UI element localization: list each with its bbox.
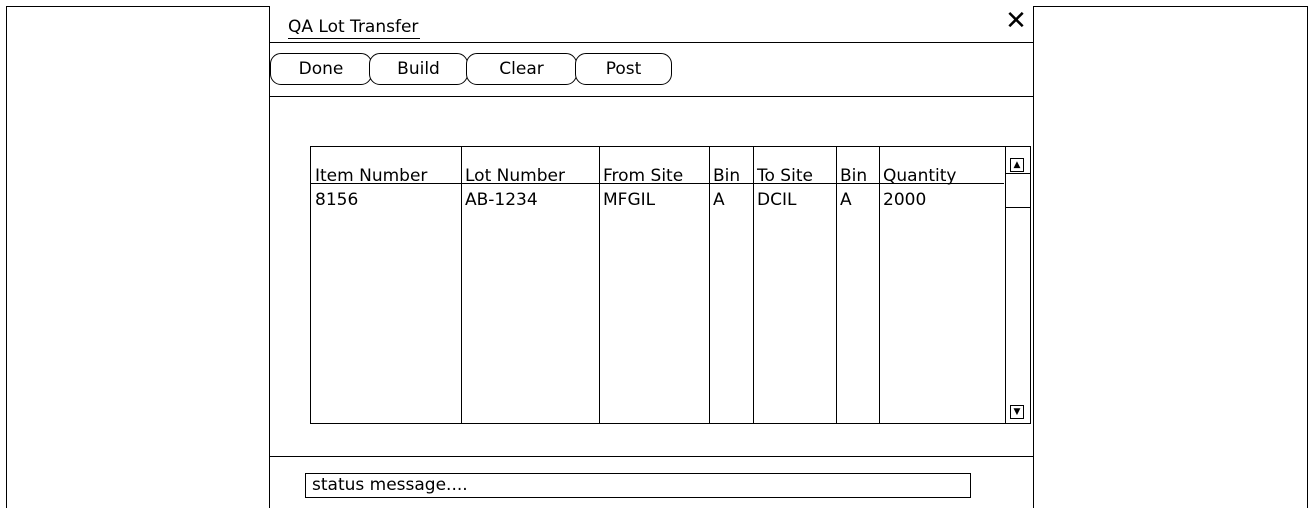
window-title: QA Lot Transfer (288, 17, 421, 39)
table-row[interactable]: 8156 AB-1234 MFGIL A DCIL A 2000 (311, 184, 1004, 210)
grid-header-row: Item Number Lot Number From Site Bin To … (311, 147, 1004, 186)
status-bar: status message.... (270, 456, 1033, 508)
close-icon[interactable]: ✕ (1003, 8, 1029, 34)
cell-from-site[interactable]: MFGIL (599, 189, 655, 211)
title-bar: QA Lot Transfer ✕ (270, 6, 1033, 42)
clear-button[interactable]: Clear (466, 53, 577, 85)
vertical-scrollbar[interactable]: ▲ ▼ (1005, 147, 1030, 423)
toolbar: Done Build Clear Post (270, 42, 1033, 97)
post-button[interactable]: Post (575, 53, 672, 85)
done-button[interactable]: Done (270, 53, 372, 85)
status-message: status message.... (305, 473, 971, 498)
qa-lot-transfer-window: QA Lot Transfer ✕ Done Build Clear Post … (269, 6, 1034, 508)
scroll-up-arrow-icon[interactable]: ▲ (1010, 158, 1024, 172)
cell-to-site[interactable]: DCIL (753, 189, 796, 211)
lot-transfer-grid[interactable]: Item Number Lot Number From Site Bin To … (310, 146, 1031, 424)
cell-lot-number[interactable]: AB-1234 (461, 189, 538, 211)
cell-quantity[interactable]: 2000 (879, 189, 926, 211)
cell-from-bin[interactable]: A (709, 189, 725, 211)
cell-to-bin[interactable]: A (836, 189, 852, 211)
scroll-down-arrow-icon[interactable]: ▼ (1010, 405, 1024, 419)
build-button[interactable]: Build (369, 53, 468, 85)
cell-item-number[interactable]: 8156 (311, 189, 358, 211)
scroll-thumb[interactable] (1006, 173, 1030, 208)
